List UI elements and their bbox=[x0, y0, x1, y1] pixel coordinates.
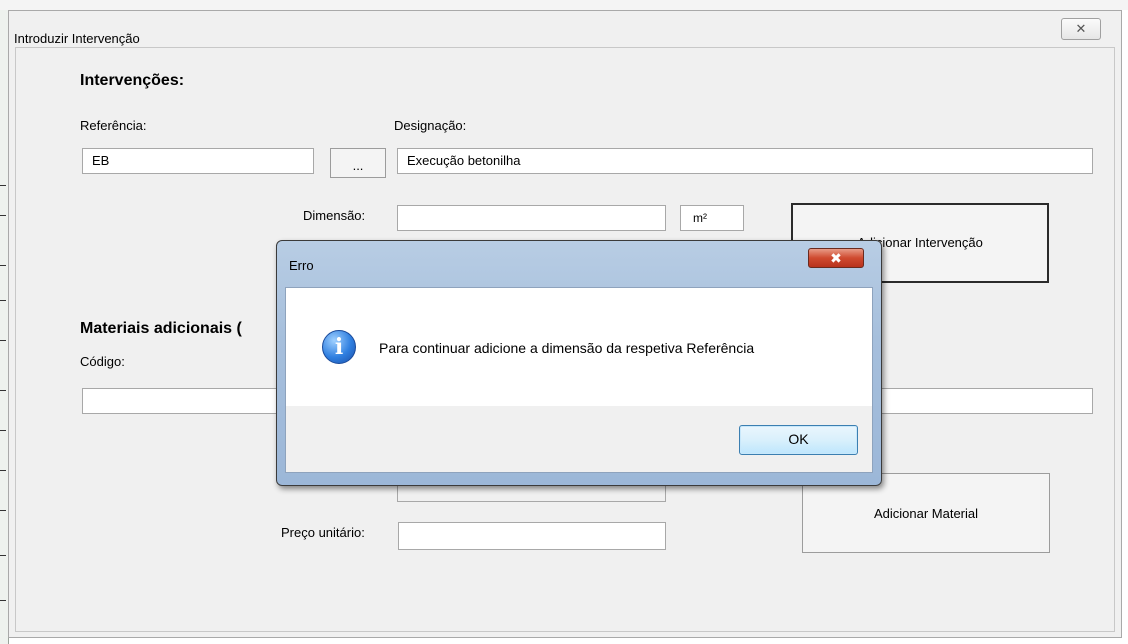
error-message: Para continuar adicione a dimensão da re… bbox=[379, 340, 755, 356]
reference-input[interactable]: EB bbox=[82, 148, 314, 174]
designation-input[interactable]: Execução betonilha bbox=[397, 148, 1093, 174]
background-sheet-header bbox=[0, 0, 1128, 10]
browse-reference-button[interactable]: ... bbox=[330, 148, 386, 178]
dimension-label: Dimensão: bbox=[303, 208, 366, 223]
unit-field: m² bbox=[680, 205, 744, 231]
error-dialog-body: i Para continuar adicione a dimensão da … bbox=[285, 287, 873, 473]
reference-label: Referência: bbox=[80, 118, 147, 133]
error-dialog-title: Erro bbox=[289, 258, 314, 273]
error-dialog-close-button[interactable]: ✖ bbox=[808, 248, 864, 268]
materials-heading: Materiais adicionais ( bbox=[80, 320, 242, 337]
userform-title: Introduzir Intervenção bbox=[14, 31, 140, 46]
close-icon: ✖ bbox=[830, 250, 842, 266]
unit-price-label: Preço unitário: bbox=[281, 525, 365, 540]
dimension-input[interactable] bbox=[397, 205, 666, 231]
designation-label: Designação: bbox=[394, 118, 467, 133]
userform-close-button[interactable]: ✕ bbox=[1061, 18, 1101, 40]
info-icon: i bbox=[322, 330, 356, 364]
error-dialog-content: i Para continuar adicione a dimensão da … bbox=[286, 288, 872, 406]
error-dialog: Erro ✖ i Para continuar adicione a dimen… bbox=[276, 240, 882, 486]
unit-price-input[interactable] bbox=[398, 522, 666, 550]
interventions-heading: Intervenções: bbox=[80, 72, 185, 89]
close-icon: ✕ bbox=[1075, 21, 1087, 36]
ok-button[interactable]: OK bbox=[739, 425, 858, 455]
code-label: Código: bbox=[80, 354, 125, 369]
